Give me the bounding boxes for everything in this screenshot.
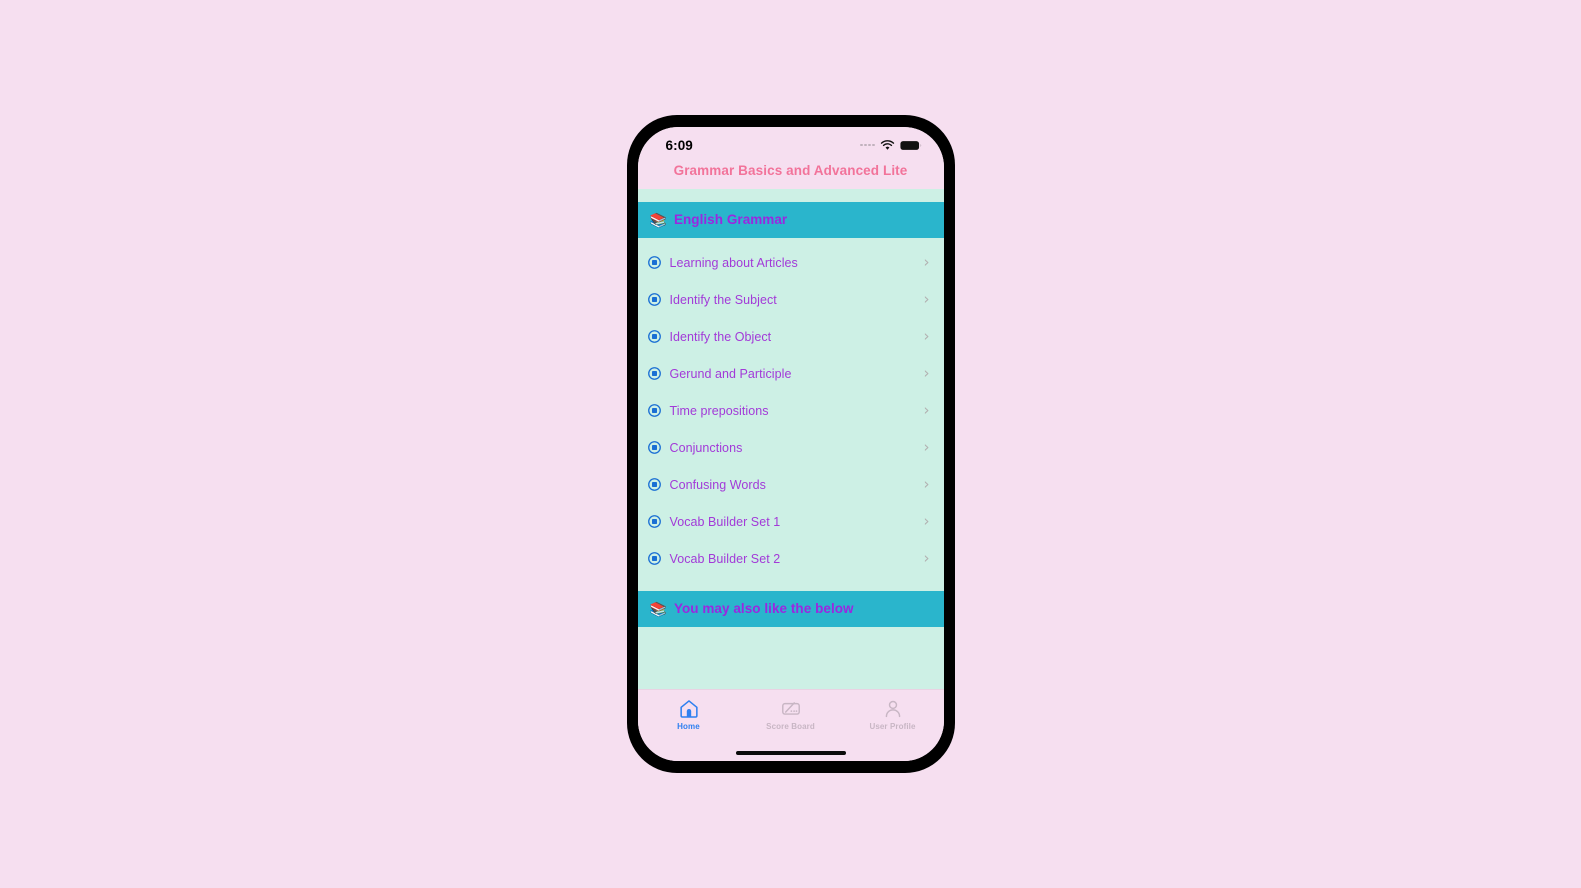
- list-item[interactable]: Vocab Builder Set 1 ›: [637, 503, 944, 540]
- circle-square-icon: [647, 478, 661, 491]
- chevron-right-icon: ›: [923, 364, 930, 382]
- content-scroll-area[interactable]: 📚 English Grammar Learning about Article…: [637, 189, 944, 689]
- circle-square-icon: [647, 441, 661, 454]
- list-item[interactable]: Identify the Subject ›: [637, 281, 944, 318]
- books-emoji: 📚: [649, 600, 667, 617]
- score-board-icon: [780, 698, 802, 719]
- list-item-label: Learning about Articles: [669, 255, 798, 270]
- content-top-spacer: [637, 189, 944, 202]
- list-item[interactable]: Conjunctions ›: [637, 429, 944, 466]
- section-header-you-may-also-like[interactable]: 📚 You may also like the below: [637, 591, 944, 627]
- list-item-label: Gerund and Participle: [669, 366, 792, 381]
- list-item-label: Identify the Object: [669, 329, 772, 344]
- list-item-label: Time prepositions: [669, 403, 769, 418]
- chevron-right-icon: ›: [923, 327, 930, 345]
- phone-screen: 6:09 Grammar Basics and Advanced Lite 📚 …: [637, 127, 944, 761]
- home-indicator[interactable]: [735, 751, 846, 755]
- list-bottom-spacer: [637, 577, 944, 591]
- tab-label: Home: [677, 722, 700, 731]
- tab-score-board[interactable]: Score Board: [740, 698, 841, 731]
- tab-bar: Home Score Board User Profile: [637, 689, 944, 745]
- app-title-bar: Grammar Basics and Advanced Lite: [637, 157, 944, 189]
- chevron-right-icon: ›: [923, 549, 930, 567]
- chevron-right-icon: ›: [923, 253, 930, 271]
- list-item[interactable]: Learning about Articles ›: [637, 244, 944, 281]
- list-item[interactable]: Confusing Words ›: [637, 466, 944, 503]
- list-item[interactable]: Identify the Object ›: [637, 318, 944, 355]
- circle-square-icon: [647, 293, 661, 306]
- chevron-right-icon: ›: [923, 438, 930, 456]
- list-item-label: Identify the Subject: [669, 292, 777, 307]
- section-header-english-grammar[interactable]: 📚 English Grammar: [637, 202, 944, 238]
- chevron-right-icon: ›: [923, 512, 930, 530]
- home-indicator-area: [637, 745, 944, 761]
- list-item[interactable]: Time prepositions ›: [637, 392, 944, 429]
- chevron-right-icon: ›: [923, 475, 930, 493]
- circle-square-icon: [647, 256, 661, 269]
- wifi-icon: [880, 139, 895, 151]
- list-item-label: Vocab Builder Set 1: [669, 514, 781, 529]
- status-bar-indicators: [860, 139, 922, 151]
- list-item-label: Confusing Words: [669, 477, 766, 492]
- list-item-label: Vocab Builder Set 2: [669, 551, 781, 566]
- books-emoji: 📚: [649, 211, 667, 228]
- tab-label: User Profile: [869, 722, 916, 731]
- circle-square-icon: [647, 515, 661, 528]
- status-bar-time: 6:09: [665, 137, 693, 153]
- list-item-label: Conjunctions: [669, 440, 743, 455]
- circle-square-icon: [647, 552, 661, 565]
- phone-frame: 6:09 Grammar Basics and Advanced Lite 📚 …: [626, 115, 955, 773]
- tab-home[interactable]: Home: [638, 698, 739, 731]
- tab-label: Score Board: [766, 722, 815, 731]
- battery-icon: [899, 140, 922, 151]
- home-icon: [678, 698, 700, 719]
- list-item[interactable]: Vocab Builder Set 2 ›: [637, 540, 944, 577]
- signal-dots-icon: [860, 143, 875, 147]
- page-title: Grammar Basics and Advanced Lite: [673, 163, 908, 178]
- chevron-right-icon: ›: [923, 401, 930, 419]
- section-title: You may also like the below: [673, 601, 854, 616]
- list-item[interactable]: Gerund and Participle ›: [637, 355, 944, 392]
- circle-square-icon: [647, 404, 661, 417]
- circle-square-icon: [647, 367, 661, 380]
- status-bar: 6:09: [637, 127, 944, 157]
- grammar-topic-list: Learning about Articles › Identify the S…: [637, 238, 944, 577]
- circle-square-icon: [647, 330, 661, 343]
- section-title: English Grammar: [673, 212, 788, 227]
- user-profile-icon: [882, 698, 904, 719]
- tab-user-profile[interactable]: User Profile: [842, 698, 943, 731]
- chevron-right-icon: ›: [923, 290, 930, 308]
- content-bottom-spacer: [637, 627, 944, 640]
